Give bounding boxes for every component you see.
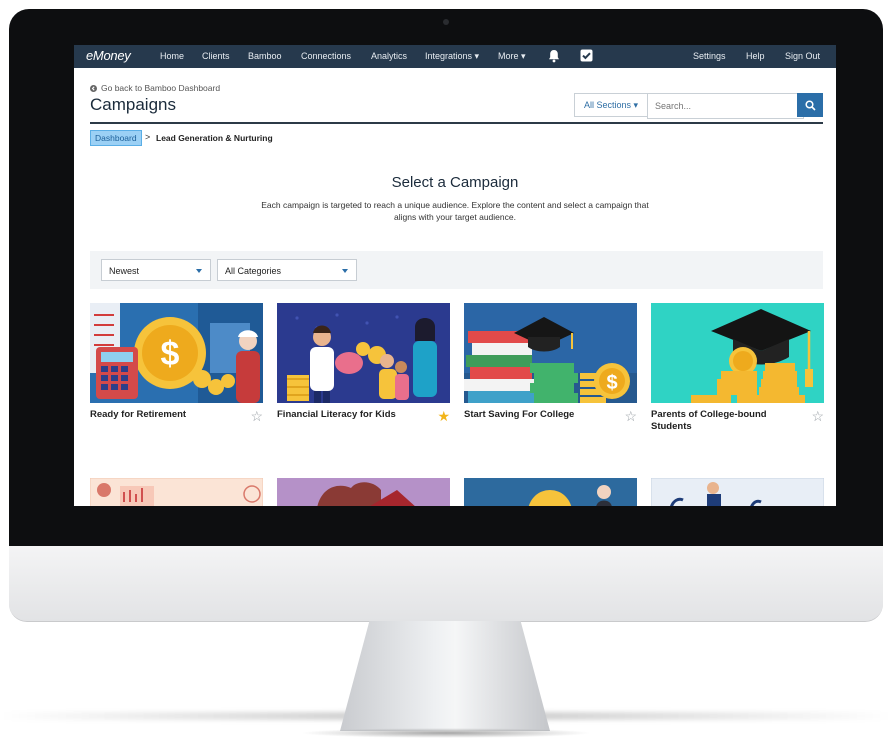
nav-settings[interactable]: Settings	[693, 51, 726, 61]
campaign-thumbnail[interactable]	[277, 303, 450, 403]
top-navbar: eMoney Home Clients Bamboo Connections A…	[74, 45, 836, 68]
campaign-title[interactable]: Parents of College-bound Students	[651, 409, 801, 433]
camera-icon	[443, 19, 449, 25]
svg-text:$: $	[161, 335, 180, 373]
page-title: Campaigns	[90, 95, 176, 114]
monitor-stand	[340, 621, 550, 731]
favorite-star-icon[interactable]: ☆	[624, 409, 637, 423]
campaign-card[interactable]	[464, 478, 637, 506]
campaign-thumbnail[interactable]	[277, 478, 450, 506]
campaign-title[interactable]: Ready for Retirement	[90, 409, 240, 421]
sort-dropdown-value: Newest	[109, 266, 140, 276]
campaign-card[interactable]: $ Start Saving For College ☆	[464, 303, 637, 423]
svg-text:$: $	[606, 372, 617, 394]
campaign-thumbnail[interactable]	[464, 478, 637, 506]
nav-connections[interactable]: Connections	[301, 51, 351, 61]
category-dropdown[interactable]: All Categories	[217, 259, 357, 281]
sort-dropdown[interactable]: Newest	[101, 259, 211, 281]
favorite-star-icon[interactable]: ☆	[250, 409, 263, 423]
campaign-card[interactable]: Parents of College-bound Students ☆	[651, 303, 824, 432]
campaign-thumbnail[interactable]: $	[90, 303, 263, 403]
stand-shadow	[300, 728, 592, 738]
filter-bar: Newest All Categories	[90, 251, 823, 289]
nav-home[interactable]: Home	[160, 51, 184, 61]
nav-clients[interactable]: Clients	[202, 51, 230, 61]
monitor-chin	[9, 546, 883, 622]
breadcrumb-current: Lead Generation & Nurturing	[156, 133, 273, 143]
intro-line-1: Each campaign is targeted to reach a uni…	[261, 200, 649, 210]
search-bar: All Sections ▾	[574, 93, 823, 119]
nav-help[interactable]: Help	[746, 51, 765, 61]
campaign-card[interactable]: Financial Literacy for Kids ★	[277, 303, 450, 423]
chevron-down-icon	[196, 269, 202, 273]
campaign-thumbnail[interactable]	[651, 303, 824, 403]
chevron-down-icon	[342, 269, 348, 273]
back-link-label: Go back to Bamboo Dashboard	[101, 83, 221, 93]
section-heading: Select a Campaign	[391, 174, 519, 191]
back-to-dashboard-link[interactable]: Go back to Bamboo Dashboard	[90, 83, 220, 93]
header-divider	[90, 122, 823, 124]
intro-line-2: aligns with your target audience.	[394, 212, 516, 222]
campaign-title[interactable]: Start Saving For College	[464, 409, 614, 421]
intro-text: Each campaign is targeted to reach a uni…	[234, 199, 676, 223]
favorite-star-icon[interactable]: ★	[437, 409, 450, 423]
breadcrumb-separator: >	[145, 132, 151, 142]
campaign-card[interactable]	[277, 478, 450, 506]
campaign-thumbnail[interactable]	[651, 478, 824, 506]
search-icon	[804, 99, 816, 111]
bell-icon[interactable]	[548, 49, 560, 65]
campaign-card[interactable]	[651, 478, 824, 506]
app-screen: eMoney Home Clients Bamboo Connections A…	[74, 45, 836, 506]
back-arrow-icon	[90, 84, 97, 92]
nav-analytics[interactable]: Analytics	[371, 51, 407, 61]
campaign-thumbnail[interactable]: $	[464, 303, 637, 403]
tasks-checkbox-icon[interactable]	[580, 49, 593, 64]
campaign-card[interactable]	[90, 478, 263, 506]
favorite-star-icon[interactable]: ☆	[811, 409, 824, 423]
nav-sign-out[interactable]: Sign Out	[785, 51, 820, 61]
search-button[interactable]	[797, 93, 823, 117]
emoney-logo[interactable]: eMoney	[86, 48, 131, 63]
breadcrumb-dashboard[interactable]: Dashboard	[90, 130, 142, 146]
campaign-card[interactable]: $ Ready for Retirement ☆	[90, 303, 263, 423]
campaign-thumbnail[interactable]	[90, 478, 263, 506]
sections-dropdown[interactable]: All Sections ▾	[574, 93, 647, 117]
nav-integrations[interactable]: Integrations ▾	[425, 51, 479, 62]
campaign-title[interactable]: Financial Literacy for Kids	[277, 409, 427, 421]
category-dropdown-value: All Categories	[225, 266, 282, 276]
nav-more[interactable]: More ▾	[498, 51, 526, 62]
search-input[interactable]	[647, 93, 804, 119]
nav-bamboo[interactable]: Bamboo	[248, 51, 282, 61]
